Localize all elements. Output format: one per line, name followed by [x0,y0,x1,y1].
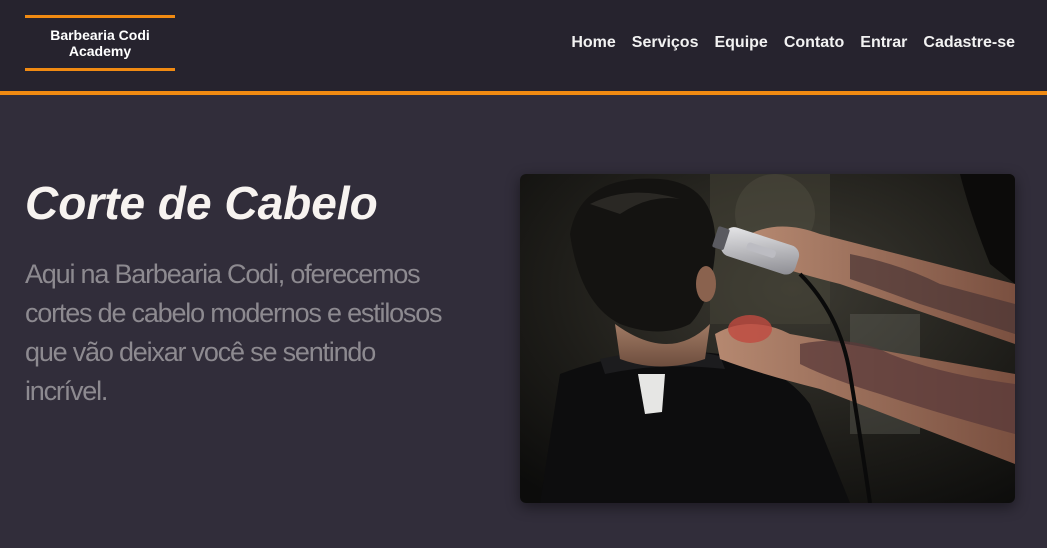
logo-text: Barbearia Codi Academy [50,27,150,59]
nav-link-home[interactable]: Home [571,33,615,52]
service-description: Aqui na Barbearia Codi, oferecemos corte… [25,259,443,406]
nav-link-equipe[interactable]: Equipe [714,33,767,52]
main-nav: Home Serviços Equipe Contato Entrar Cada… [571,33,1015,52]
nav-link-cadastre-se[interactable]: Cadastre-se [923,33,1015,52]
site-logo[interactable]: Barbearia Codi Academy [25,15,175,71]
nav-link-contato[interactable]: Contato [784,33,844,52]
page-title: Corte de Cabelo [25,177,378,229]
barber-photo [520,174,1015,503]
nav-link-entrar[interactable]: Entrar [860,33,907,52]
nav-link-servicos[interactable]: Serviços [632,33,699,52]
site-header: Barbearia Codi Academy Home Serviços Equ… [0,0,1047,95]
